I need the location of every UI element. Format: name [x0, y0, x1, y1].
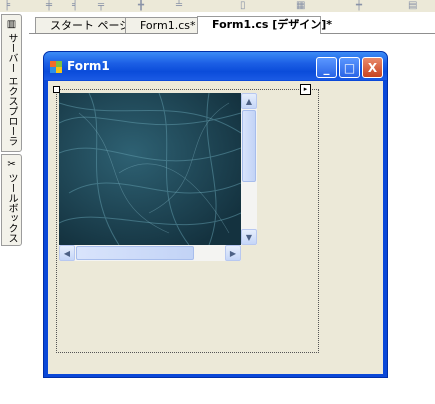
size-icon[interactable]: ▯	[240, 1, 250, 11]
align-left-icon[interactable]: ╞	[4, 1, 14, 11]
toolbox-label: ツールボックス	[6, 173, 17, 243]
form1-window[interactable]: Form1 _ □ X ▸ ▲ ▼ ◀ ▶	[43, 51, 388, 378]
chevron-right-icon: ▶	[229, 248, 237, 258]
close-icon: X	[367, 60, 378, 75]
scroll-left-button[interactable]: ◀	[59, 245, 75, 261]
align-center-icon[interactable]: ╪	[46, 1, 56, 11]
document-tab-bar: スタート ページ Form1.cs* Form1.cs [デザイン]*	[29, 12, 435, 34]
title-bar[interactable]: Form1 _ □ X	[44, 52, 387, 80]
spacing-icon[interactable]: ┿	[356, 1, 366, 11]
server-explorer-icon: ▥	[6, 19, 17, 30]
align-middle-icon[interactable]: ╋	[138, 1, 148, 11]
chevron-left-icon: ◀	[63, 248, 71, 258]
picture-image	[59, 93, 241, 245]
tab-start-page-label: スタート ページ	[50, 19, 131, 32]
tab-start-page[interactable]: スタート ページ	[35, 17, 131, 33]
side-tool-strip: ▥ サーバー エクスプローラ ✂ ツールボックス	[0, 12, 30, 404]
form-app-icon	[50, 61, 62, 73]
toolbox-icon: ✂	[7, 159, 16, 170]
minimize-button[interactable]: _	[316, 57, 337, 78]
horizontal-scroll-thumb[interactable]	[76, 246, 194, 260]
tab-form1-code[interactable]: Form1.cs*	[125, 17, 201, 33]
horizontal-scrollbar[interactable]: ◀ ▶	[59, 245, 241, 261]
window-title: Form1	[67, 59, 110, 73]
align-bottom-icon[interactable]: ╧	[176, 1, 186, 11]
vertical-scrollbar[interactable]: ▲ ▼	[241, 93, 257, 245]
tab-form1-code-label: Form1.cs*	[140, 19, 196, 32]
align-top-icon[interactable]: ╤	[98, 1, 108, 11]
form-client-area[interactable]: ▸ ▲ ▼ ◀ ▶	[48, 81, 383, 374]
server-explorer-label: サーバー エクスプローラ	[6, 33, 17, 147]
tab-form1-design[interactable]: Form1.cs [デザイン]*	[197, 16, 332, 34]
texture-image	[59, 93, 241, 245]
chevron-down-icon: ▼	[245, 232, 253, 242]
vertical-scroll-thumb[interactable]	[242, 110, 256, 182]
scrollable-picture-panel[interactable]: ▲ ▼ ◀ ▶	[59, 93, 257, 261]
grid-icon[interactable]: ▦	[296, 1, 306, 11]
minimize-icon: _	[323, 60, 330, 75]
order-icon[interactable]: ▤	[408, 1, 418, 11]
close-button[interactable]: X	[362, 57, 383, 78]
scroll-right-button[interactable]: ▶	[225, 245, 241, 261]
tab-form1-design-label: Form1.cs [デザイン]*	[212, 18, 333, 31]
scrollbar-corner	[241, 245, 257, 261]
server-explorer-tab[interactable]: ▥ サーバー エクスプローラ	[1, 14, 22, 152]
scroll-up-button[interactable]: ▲	[241, 93, 257, 109]
layout-toolbar: ╞ ╪ ╡ ╤ ╋ ╧ ▯ ▦ ┿ ▤	[0, 0, 435, 12]
maximize-icon: □	[343, 60, 356, 75]
smart-tag-icon[interactable]: ▸	[300, 84, 311, 95]
toolbox-tab[interactable]: ✂ ツールボックス	[1, 154, 22, 246]
scroll-down-button[interactable]: ▼	[241, 229, 257, 245]
resize-handle[interactable]	[53, 86, 60, 93]
align-right-icon[interactable]: ╡	[72, 1, 82, 11]
chevron-up-icon: ▲	[245, 96, 253, 106]
maximize-button[interactable]: □	[339, 57, 360, 78]
